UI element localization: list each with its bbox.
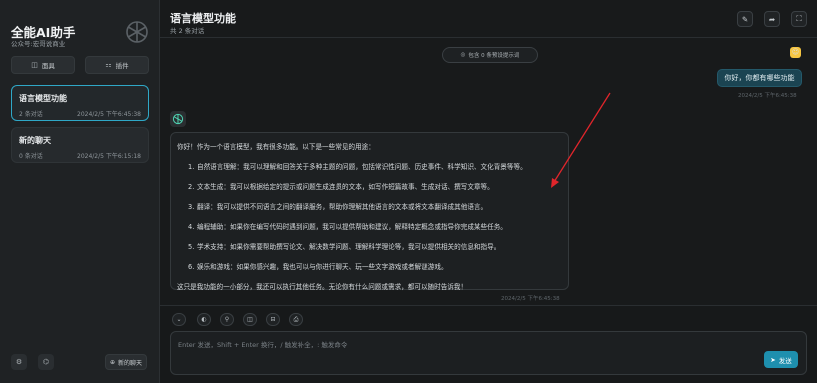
list-item: 6. 娱乐和游戏：如果你感兴趣，我也可以与你进行聊天、玩一些文字游戏或者解谜游戏。: [188, 263, 448, 271]
bot-avatar-icon: [170, 111, 186, 127]
share-icon[interactable]: ➦: [764, 11, 780, 27]
assistant-feature-list: 1. 自然语言理解：我可以理解和回答关于多种主题的问题，包括常识性问题、历史事件、…: [177, 161, 562, 271]
model-icon[interactable]: ⎙: [289, 313, 303, 326]
settings-gear-icon[interactable]: ⚙: [11, 354, 27, 370]
assistant-message: 你好！作为一个语言模型，我有很多功能。以下是一些常见的用途： 1. 自然语言理解：…: [170, 132, 569, 291]
chat-title: 语言模型功能: [170, 12, 236, 25]
app-window: 全能AI助手 公众号:宏哥说商业 ◫ 面具 ⚏ 插件 语言模型功能 2 条对话 …: [0, 0, 817, 383]
clear-context-icon[interactable]: ⊟: [266, 313, 280, 326]
fullscreen-icon[interactable]: ⛶: [791, 11, 807, 27]
new-chat-button[interactable]: ⊕ 新的聊天: [105, 354, 147, 370]
chat-item-count: 0 条对话: [19, 153, 43, 160]
preset-prompts-label: 包含 0 条预设提示词: [468, 53, 520, 59]
chat-header: 语言模型功能 共 2 条对话 ✎ ➦ ⛶: [160, 0, 817, 38]
app-subtitle: 公众号:宏哥说商业: [11, 40, 66, 48]
openai-logo-icon: [126, 21, 148, 43]
send-icon: ➤: [770, 355, 776, 364]
list-item: 2. 文本生成：我可以根据给定的提示或问题生成连贯的文本，如写作短篇故事、生成对话…: [188, 183, 494, 191]
theme-icon[interactable]: ◐: [197, 313, 211, 326]
new-chat-label: 新的聊天: [118, 359, 143, 367]
edit-icon[interactable]: ✎: [737, 11, 753, 27]
plus-icon: ⊕: [109, 358, 115, 366]
chat-item-title: 新的聊天: [19, 136, 51, 145]
list-item: 3. 翻译：我可以提供不同语言之间的翻译服务，帮助你理解其他语言的文本或将文本翻译…: [188, 203, 488, 211]
openai-logo-icon: [172, 113, 184, 125]
list-item: 1. 自然语言理解：我可以理解和回答关于多种主题的问题，包括常识性问题、历史事件、…: [188, 163, 527, 171]
plugin-button[interactable]: ⚏ 插件: [85, 56, 149, 74]
mask-button[interactable]: ◫ 面具: [11, 56, 75, 74]
user-avatar-emoji-icon: ☺: [790, 47, 801, 58]
chat-item-title: 语言模型功能: [19, 94, 67, 103]
chat-item-language-model[interactable]: 语言模型功能 2 条对话 2024/2/5 下午6:45:38: [11, 85, 149, 121]
list-item: 4. 编程辅助：如果你在编写代码时遇到问题，我可以提供帮助和建议，解释特定概念或指…: [188, 223, 507, 231]
user-message-time: 2024/2/5 下午6:45:38: [738, 93, 797, 99]
preset-prompts-pill[interactable]: ◎ 包含 0 条预设提示词: [442, 47, 538, 63]
mask-button-label: 面具: [41, 62, 55, 70]
prompt-icon: ◎: [460, 52, 466, 58]
message-input[interactable]: Enter 发送，Shift + Enter 换行，/ 触发补全，: 触发命令 …: [170, 331, 807, 375]
chat-item-date: 2024/2/5 下午6:15:18: [77, 153, 141, 160]
mask-icon: ◫: [31, 61, 38, 69]
send-button[interactable]: ➤ 发送: [764, 351, 798, 368]
plugin-button-label: 插件: [115, 62, 129, 70]
prompt-search-icon[interactable]: ⚲: [220, 313, 234, 326]
chat-count: 共 2 条对话: [170, 27, 205, 35]
composer: ⌄ ◐ ⚲ ◫ ⊟ ⎙ Enter 发送，Shift + Enter 换行，/ …: [160, 305, 817, 383]
list-item: 5. 学术支持：如果你需要帮助撰写论文、解决数学问题、理解科学理论等，我可以提供相…: [188, 243, 501, 251]
assistant-message-time: 2024/2/5 下午6:45:38: [501, 296, 560, 302]
chat-item-date: 2024/2/5 下午6:45:38: [77, 111, 141, 118]
chat-item-count: 2 条对话: [19, 111, 43, 118]
message-input-placeholder: Enter 发送，Shift + Enter 换行，/ 触发补全，: 触发命令: [178, 341, 348, 349]
chat-main: 语言模型功能 共 2 条对话 ✎ ➦ ⛶ ◎ 包含 0 条预设提示词 ☺ 你好，…: [160, 0, 817, 383]
github-icon[interactable]: ⌬: [38, 354, 54, 370]
send-label: 发送: [778, 356, 792, 365]
plugin-icon: ⚏: [105, 61, 112, 69]
scroll-down-icon[interactable]: ⌄: [172, 313, 186, 326]
sidebar: 全能AI助手 公众号:宏哥说商业 ◫ 面具 ⚏ 插件 语言模型功能 2 条对话 …: [0, 0, 160, 383]
chat-item-new-chat[interactable]: 新的聊天 0 条对话 2024/2/5 下午6:15:18: [11, 127, 149, 163]
mask-icon[interactable]: ◫: [243, 313, 257, 326]
assistant-intro: 你好！作为一个语言模型，我有很多功能。以下是一些常见的用途：: [177, 143, 375, 151]
assistant-outro: 这只是我功能的一小部分，我还可以执行其他任务。无论你有什么问题或需求，都可以随时…: [177, 283, 468, 291]
user-message: 你好，你都有哪些功能: [717, 69, 802, 87]
